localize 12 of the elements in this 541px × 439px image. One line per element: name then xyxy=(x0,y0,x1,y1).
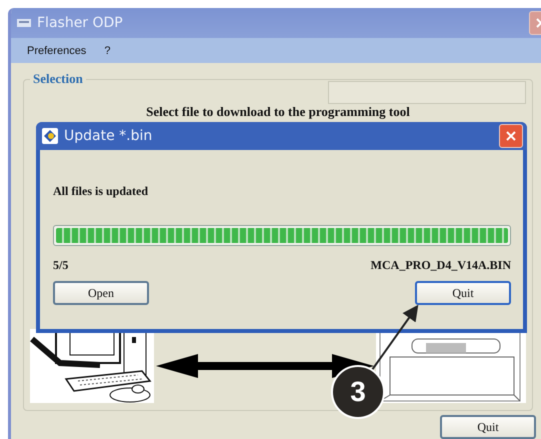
dialog-title: Update *.bin xyxy=(64,128,152,144)
quit-button[interactable]: Quit xyxy=(415,281,511,305)
open-button[interactable]: Open xyxy=(53,281,149,305)
menu-item[interactable]: ? xyxy=(104,44,110,56)
file-count: 5/5 xyxy=(53,258,68,273)
instruction-text: Select file to download to the programming tool xyxy=(146,105,410,119)
group-title: Selection xyxy=(32,71,84,87)
file-name: MCA_PRO_D4_V14A.BIN xyxy=(370,258,511,273)
status-message: All files is updated xyxy=(53,184,150,199)
window-title: Flasher ODP xyxy=(37,15,123,31)
quit-button[interactable]: Quit xyxy=(440,415,536,439)
menu-item[interactable]: Preferences xyxy=(27,44,86,56)
